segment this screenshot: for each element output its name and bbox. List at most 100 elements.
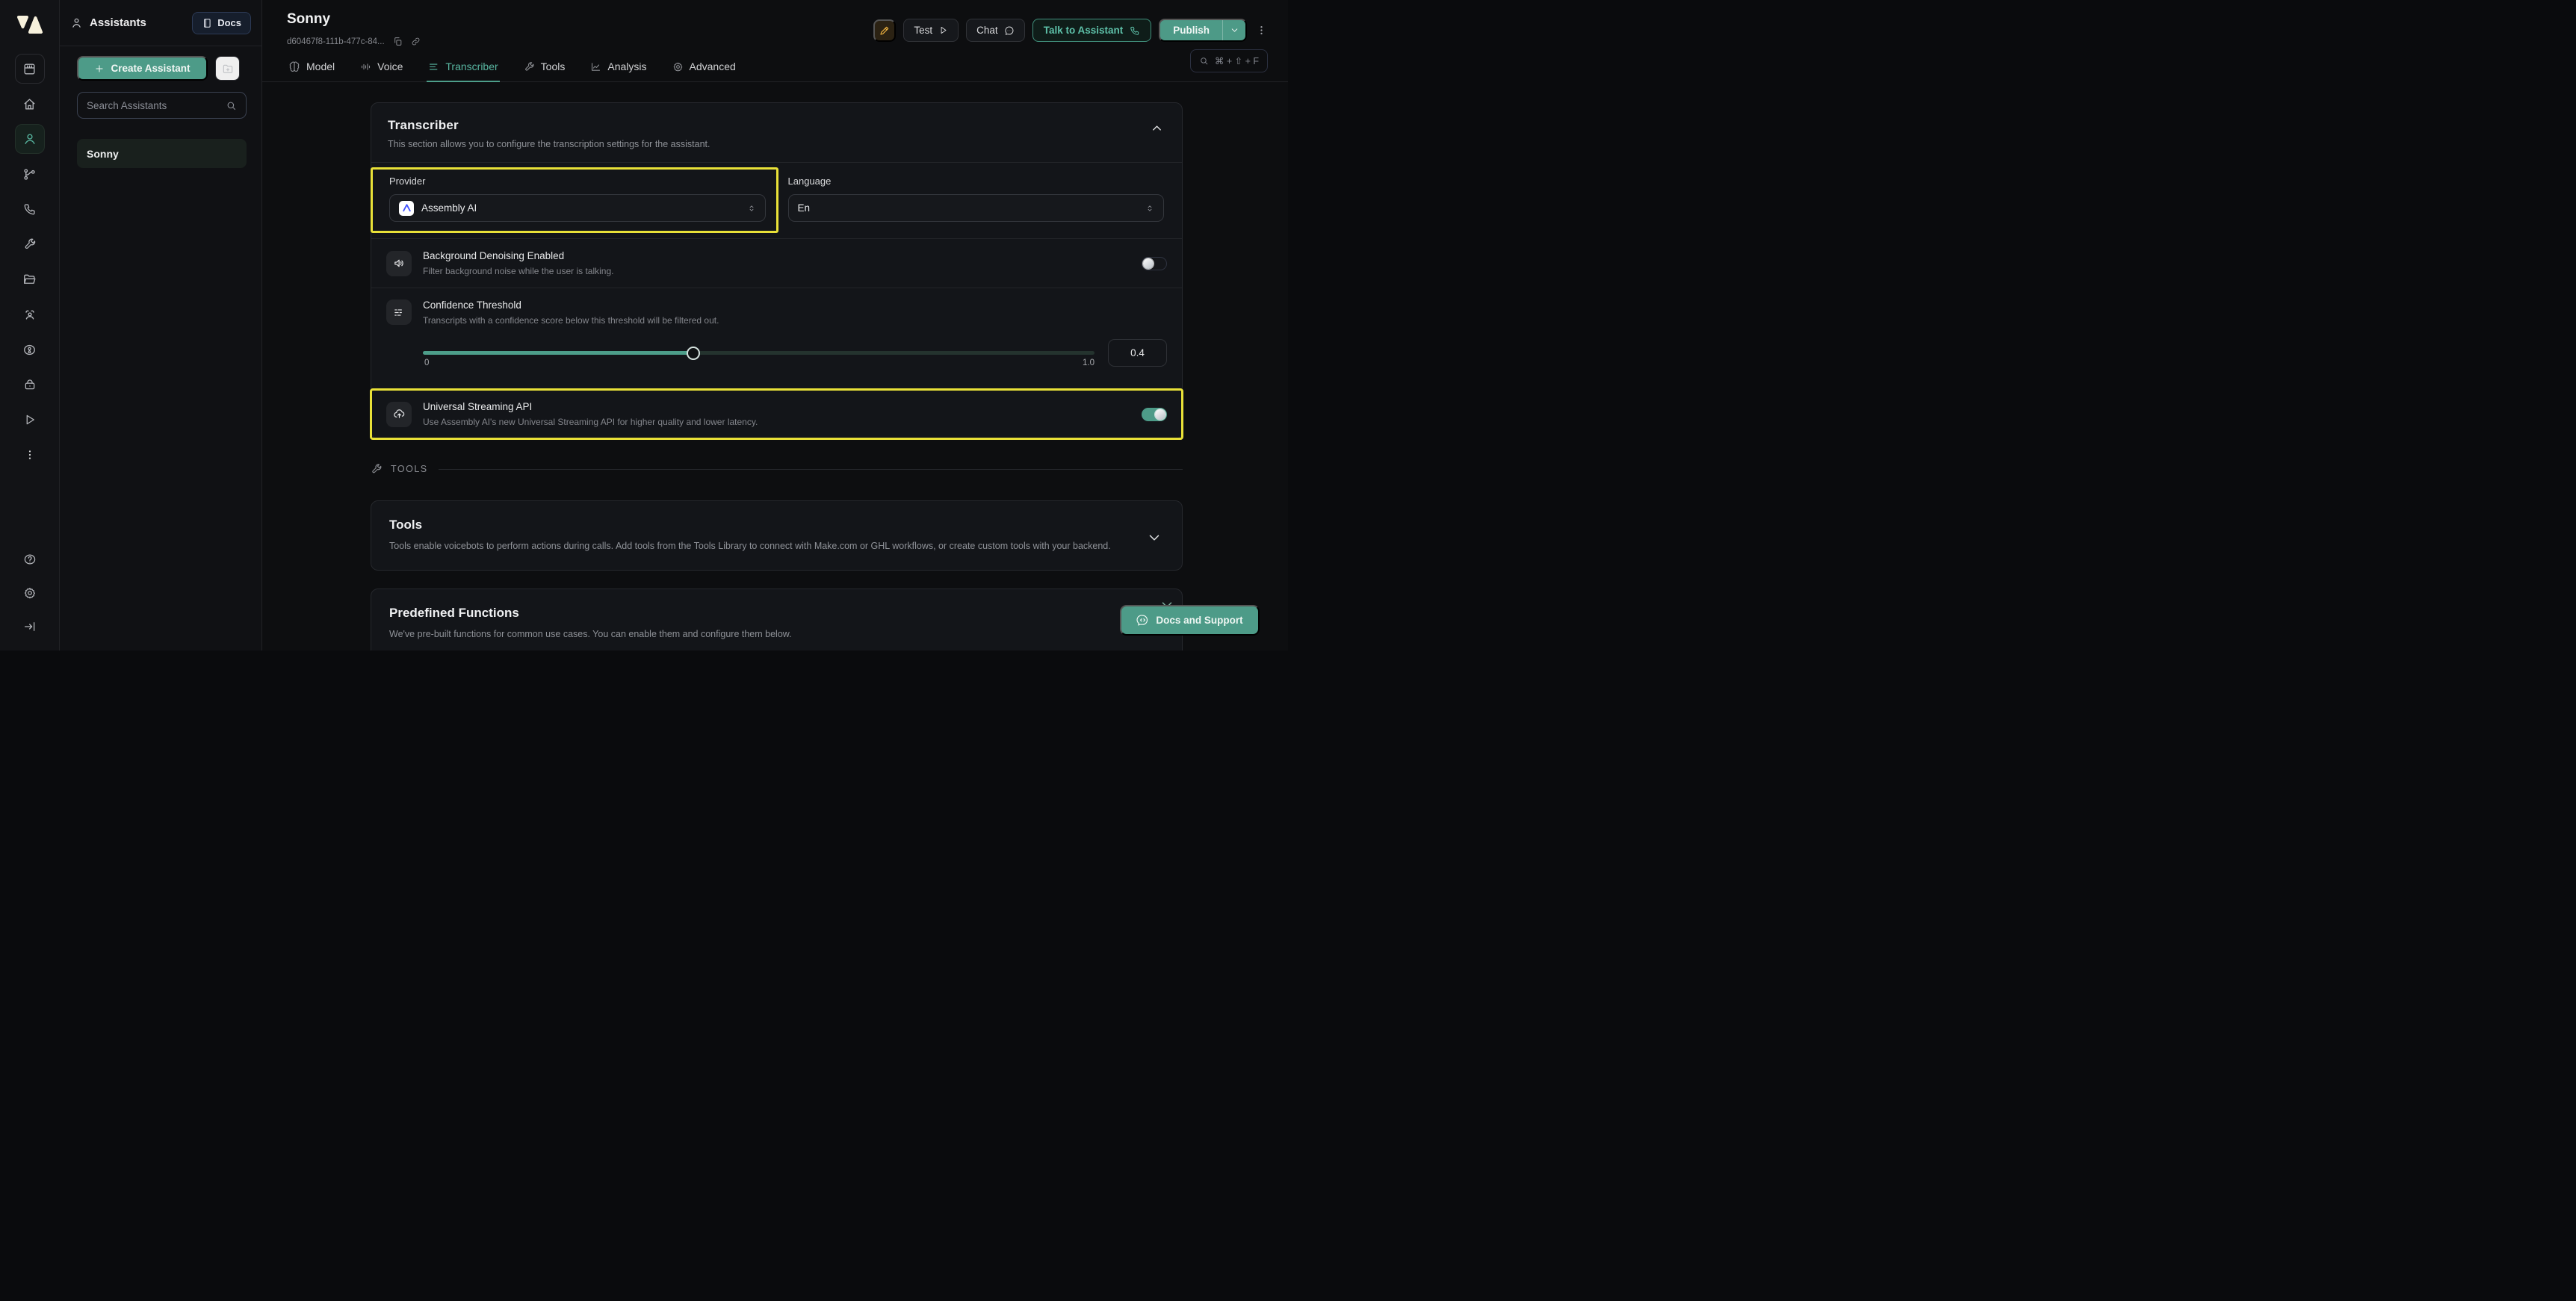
speaker-icon xyxy=(386,251,412,276)
page-title: Sonny xyxy=(287,11,330,28)
tools-expand-chevron-icon[interactable] xyxy=(1146,530,1162,546)
panel-title: Assistants xyxy=(90,16,146,29)
tab-model[interactable]: Model xyxy=(287,54,336,82)
tools-card-title: Tools xyxy=(389,518,1164,532)
copy-icon[interactable] xyxy=(393,37,403,46)
book-icon xyxy=(202,18,212,28)
wrench-icon xyxy=(524,61,535,72)
assistant-id: d60467f8-111b-477c-84... xyxy=(287,37,385,46)
filter-lines-icon xyxy=(386,299,412,325)
help-icon[interactable] xyxy=(15,544,45,574)
search-icon xyxy=(226,100,237,111)
denoising-row: Background Denoising Enabled Filter back… xyxy=(371,238,1182,288)
squads-icon[interactable] xyxy=(15,299,45,329)
confidence-row: Confidence Threshold Transcripts with a … xyxy=(371,288,1182,389)
create-assistant-button[interactable]: Create Assistant xyxy=(77,56,208,81)
icon-rail xyxy=(0,0,60,650)
tab-analysis[interactable]: Analysis xyxy=(589,54,648,82)
tab-transcriber[interactable]: Transcriber xyxy=(427,54,499,82)
provider-select[interactable]: Assembly AI xyxy=(389,194,766,222)
assistant-id-row: d60467f8-111b-477c-84... xyxy=(287,37,421,46)
assistants-icon[interactable] xyxy=(15,124,45,154)
transcript-lines-icon xyxy=(428,61,439,72)
folder-plus-icon xyxy=(222,63,234,75)
confidence-title: Confidence Threshold xyxy=(423,299,1167,311)
assistants-panel: Assistants Docs Create Assistant xyxy=(60,0,262,650)
tab-advanced[interactable]: Advanced xyxy=(671,54,737,82)
app-root: Assistants Docs Create Assistant xyxy=(0,0,1288,650)
predefined-functions-title: Predefined Functions xyxy=(389,606,1164,621)
assembly-ai-logo xyxy=(399,201,414,216)
phone-call-icon xyxy=(1130,25,1140,36)
marketplace-icon[interactable] xyxy=(15,54,45,84)
more-icon[interactable] xyxy=(15,440,45,470)
test-suites-icon[interactable] xyxy=(15,405,45,435)
denoising-toggle[interactable] xyxy=(1142,257,1167,270)
folder-plus-button[interactable] xyxy=(215,56,240,81)
chat-button[interactable]: Chat xyxy=(966,19,1025,42)
tools-section-divider: TOOLS xyxy=(371,463,1183,475)
account-icon[interactable] xyxy=(15,335,45,364)
settings-icon[interactable] xyxy=(15,578,45,608)
link-icon[interactable] xyxy=(411,37,421,46)
wrench-icon[interactable] xyxy=(15,229,45,259)
workflows-icon[interactable] xyxy=(15,159,45,189)
transcriber-title: Transcriber xyxy=(388,118,1165,133)
provider-field: Provider Assembly AI xyxy=(389,176,766,222)
tools-card[interactable]: Tools Tools enable voicebots to perform … xyxy=(371,500,1183,571)
tab-tools[interactable]: Tools xyxy=(522,54,567,82)
edit-button[interactable] xyxy=(873,19,896,42)
slider-fill xyxy=(423,351,693,355)
chat-code-icon xyxy=(1136,614,1149,627)
collapse-chevron-up-icon[interactable] xyxy=(1150,121,1164,135)
select-chevrons-icon xyxy=(1145,203,1154,214)
search-shortcut[interactable]: ⌘ + ⇧ + F xyxy=(1190,49,1268,72)
assistant-list-item[interactable]: Sonny xyxy=(77,139,247,168)
language-field: Language En xyxy=(788,176,1165,222)
predefined-functions-description: We've pre-built functions for common use… xyxy=(389,627,1140,642)
waveform-icon xyxy=(360,61,371,72)
pencil-icon xyxy=(879,25,891,37)
brain-icon xyxy=(288,60,300,72)
search-input[interactable] xyxy=(87,100,226,111)
tools-divider-label: TOOLS xyxy=(391,464,428,474)
publish-caret-icon[interactable] xyxy=(1223,20,1245,40)
search-icon xyxy=(1199,56,1209,66)
docs-and-support-button[interactable]: Docs and Support xyxy=(1120,605,1260,636)
settings-scroll-area[interactable]: Transcriber This section allows you to c… xyxy=(262,83,1288,650)
gear-icon xyxy=(672,61,684,72)
play-icon xyxy=(938,25,948,35)
slider-max-label: 1.0 xyxy=(1083,358,1095,367)
universal-streaming-toggle[interactable] xyxy=(1142,408,1167,421)
plus-icon xyxy=(94,63,105,74)
tab-voice[interactable]: Voice xyxy=(359,54,404,82)
provider-label: Provider xyxy=(389,176,766,187)
assistant-search[interactable] xyxy=(77,92,247,119)
kebab-menu-icon[interactable] xyxy=(1254,25,1268,36)
files-icon[interactable] xyxy=(15,264,45,294)
test-button[interactable]: Test xyxy=(903,19,959,42)
docs-button[interactable]: Docs xyxy=(192,12,251,34)
confidence-slider[interactable]: 0 1.0 xyxy=(423,347,1095,360)
home-icon[interactable] xyxy=(15,89,45,119)
chart-icon xyxy=(590,61,601,72)
main-area: Sonny d60467f8-111b-477c-84... Test xyxy=(262,0,1288,650)
language-label: Language xyxy=(788,176,1165,187)
confidence-description: Transcripts with a confidence score belo… xyxy=(423,315,1167,326)
sign-out-icon[interactable] xyxy=(15,612,45,642)
publish-button[interactable]: Publish xyxy=(1159,19,1247,42)
predefined-functions-card[interactable]: Predefined Functions We've pre-built fun… xyxy=(371,589,1183,650)
phone-icon[interactable] xyxy=(15,194,45,224)
confidence-value-input[interactable]: 0.4 xyxy=(1108,339,1167,367)
denoising-title: Background Denoising Enabled xyxy=(423,250,1130,261)
language-select[interactable]: En xyxy=(788,194,1165,222)
vault-icon[interactable] xyxy=(15,370,45,400)
vapi-logo xyxy=(16,15,43,37)
denoising-description: Filter background noise while the user i… xyxy=(423,266,1130,276)
tab-bar: Model Voice Transcriber xyxy=(287,54,737,82)
select-chevrons-icon xyxy=(747,203,756,214)
tools-card-description: Tools enable voicebots to perform action… xyxy=(389,539,1140,553)
slider-min-label: 0 xyxy=(424,358,429,367)
universal-streaming-row: Universal Streaming API Use Assembly AI'… xyxy=(371,389,1182,438)
talk-to-assistant-button[interactable]: Talk to Assistant xyxy=(1032,19,1152,42)
